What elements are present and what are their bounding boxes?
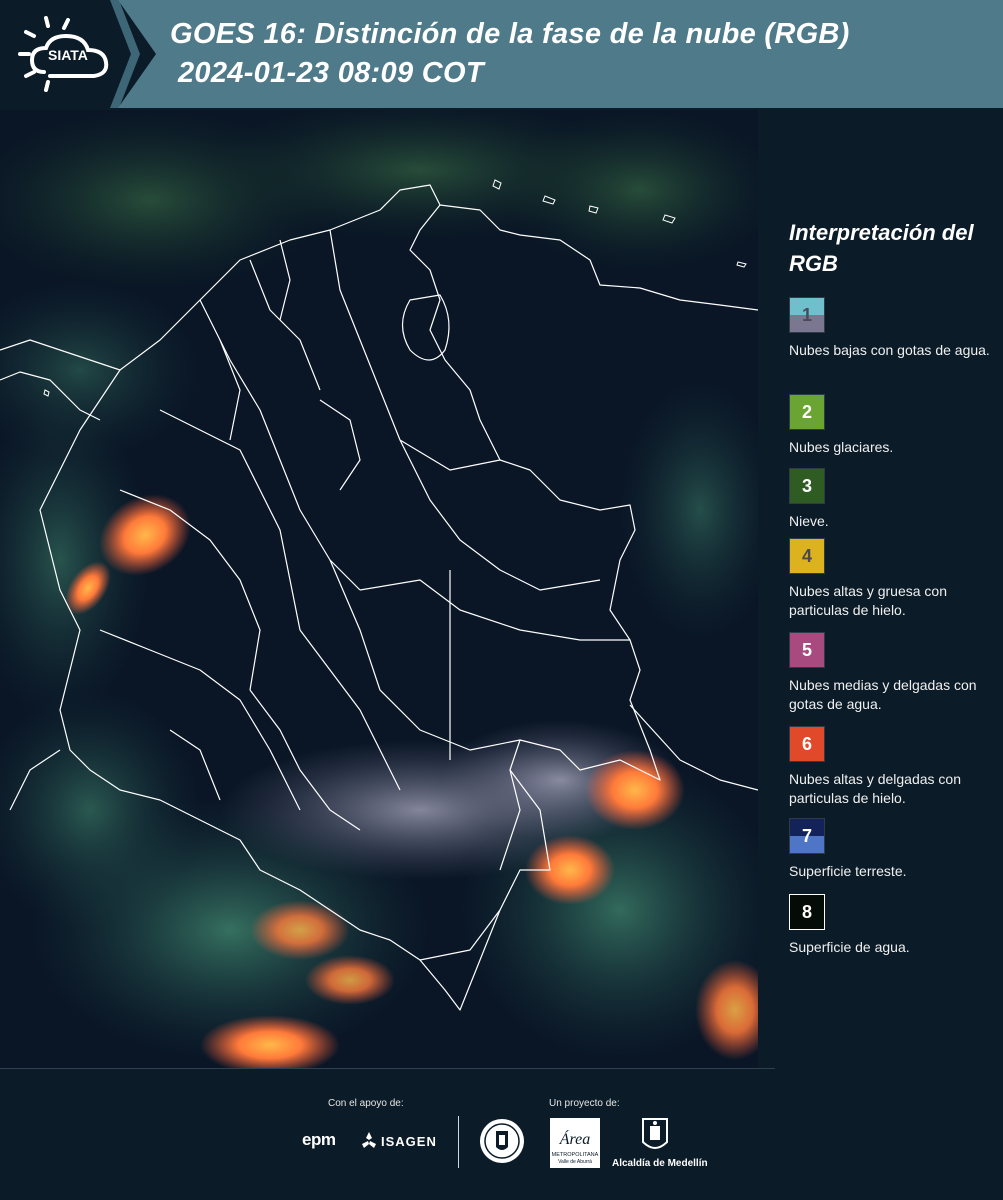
legend-label-5: Nubes medias y delgadas con gotas de agu… (789, 677, 977, 712)
legend-number-8: 8 (801, 901, 812, 922)
legend-swatch-7: 7 (789, 818, 825, 854)
legend-number-3: 3 (801, 475, 812, 496)
legend-item-8: 8 Superficie de agua. (789, 894, 999, 957)
area-logo-text: Área (559, 1129, 591, 1148)
legend-swatch-4: 4 (789, 538, 825, 574)
alcaldia-shield-icon (642, 1118, 668, 1149)
footer: Con el apoyo de: Un proyecto de: epm ISA… (0, 1068, 1003, 1200)
legend-label-2: Nubes glaciares. (789, 439, 894, 455)
legend-number-4: 4 (801, 545, 812, 566)
seal-icon (480, 1119, 524, 1163)
satellite-map (0, 110, 758, 1068)
legend-swatch-2: 2 (789, 394, 825, 430)
siata-logo-text: SIATA (48, 47, 88, 63)
support-label: Con el apoyo de: (328, 1098, 404, 1109)
area-logo-sub1: METROPOLITANA (552, 1152, 599, 1158)
footer-divider (458, 1116, 459, 1168)
legend-swatch-6: 6 (789, 726, 825, 762)
legend-item-7: 7 Superficie terreste. (789, 818, 999, 881)
legend-number-1: 1 (801, 304, 812, 325)
legend-number-5: 5 (801, 639, 812, 660)
legend-number-2: 2 (801, 401, 812, 422)
map-canvas (0, 110, 758, 1068)
footer-rule (0, 1068, 775, 1069)
legend-item-3: 3 Nieve. (789, 468, 999, 531)
legend-item-5: 5 Nubes medias y delgadas con gotas de a… (789, 632, 999, 714)
legend-swatch-5: 5 (789, 632, 825, 668)
legend-number-7: 7 (801, 825, 812, 846)
legend-item-6: 6 Nubes altas y delgadas con particulas … (789, 726, 999, 808)
legend-title: Interpretación del RGB (789, 220, 974, 276)
header: SIATA GOES 16: Distinción de la fase de … (0, 0, 1003, 108)
isagen-icon (362, 1132, 376, 1148)
legend-swatch-8: 8 (789, 894, 825, 930)
legend-label-3: Nieve. (789, 513, 829, 529)
legend-item-4: 4 Nubes altas y gruesa con particulas de… (789, 538, 999, 620)
legend-label-1: Nubes bajas con gotas de agua. (789, 342, 990, 358)
epm-logo: epm (302, 1130, 336, 1149)
area-metropolitana-logo: Área METROPOLITANA Valle de Aburrá (550, 1118, 600, 1168)
header-band (118, 0, 1003, 108)
legend-label-7: Superficie terreste. (789, 863, 907, 879)
legend-item-2: 2 Nubes glaciares. (789, 394, 999, 457)
isagen-logo: ISAGEN (381, 1134, 437, 1149)
alcaldia-label: Alcaldía de Medellín (612, 1158, 708, 1169)
title-timestamp: 2024-01-23 08:09 COT (178, 57, 484, 89)
legend-label-6: Nubes altas y delgadas con particulas de… (789, 771, 961, 806)
area-logo-sub2: Valle de Aburrá (558, 1159, 592, 1165)
legend-swatch-3: 3 (789, 468, 825, 504)
legend-label-4: Nubes altas y gruesa con particulas de h… (789, 583, 947, 618)
title-product: GOES 16: Distinción de la fase de la nub… (170, 18, 850, 50)
legend-panel: Interpretación del RGB 1 Nubes bajas con… (762, 110, 1003, 1068)
legend-number-6: 6 (801, 733, 812, 754)
legend-swatch-1: 1 (789, 297, 825, 333)
legend-label-8: Superficie de agua. (789, 939, 910, 955)
legend-item-1: 1 Nubes bajas con gotas de agua. (789, 297, 999, 360)
project-label: Un proyecto de: (549, 1098, 620, 1109)
